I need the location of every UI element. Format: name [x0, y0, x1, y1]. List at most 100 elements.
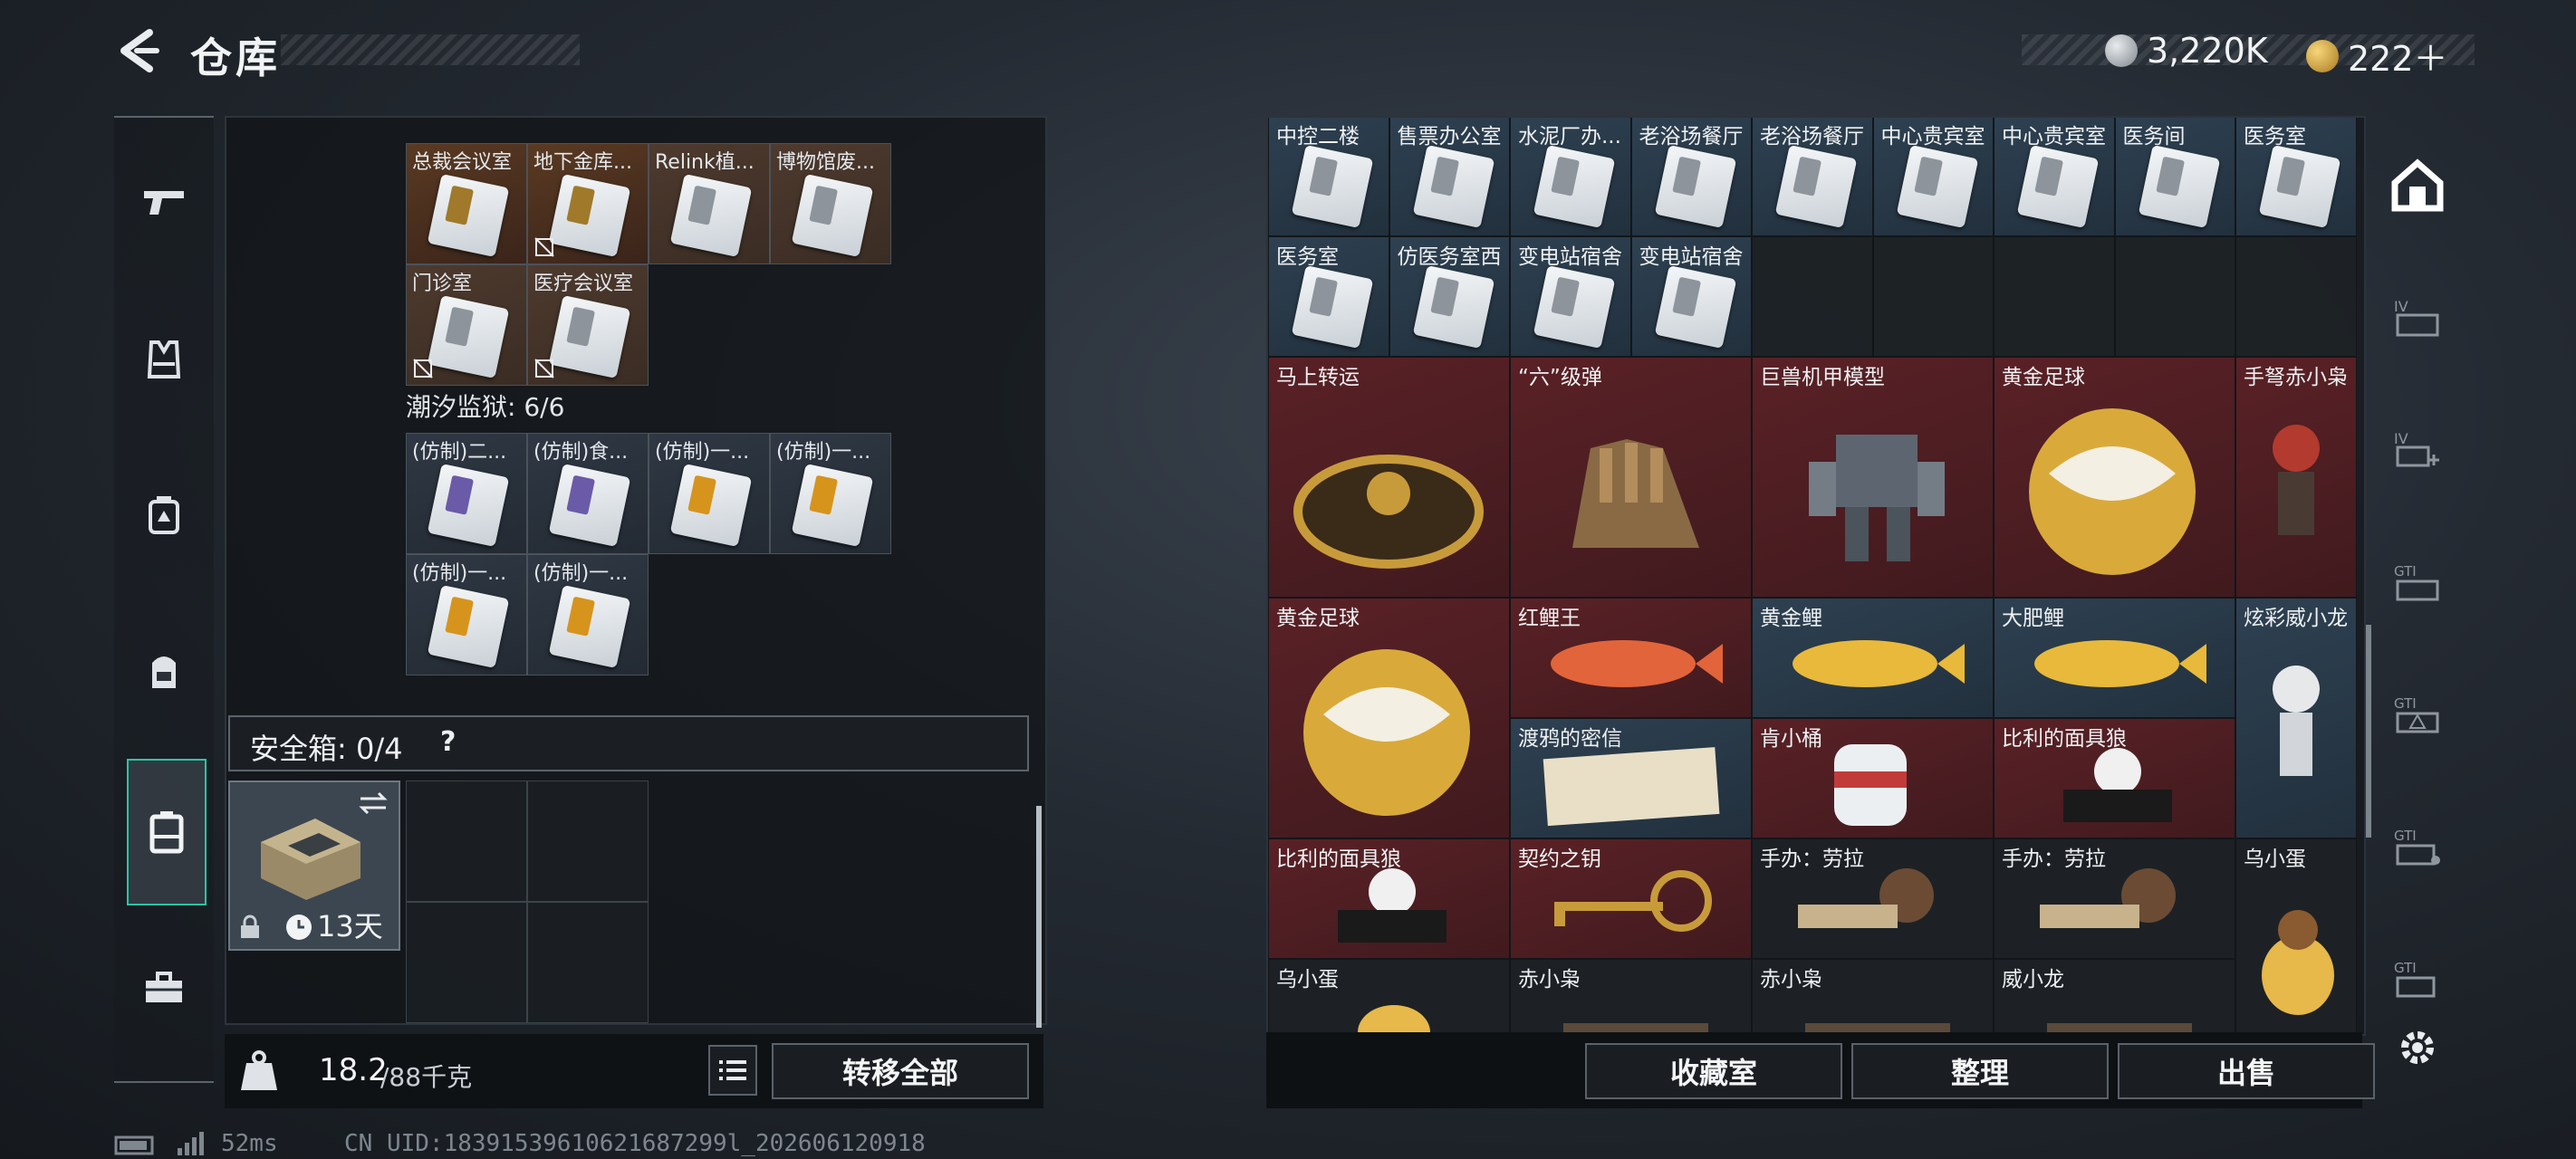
- warehouse-item[interactable]: 黄金足球: [1268, 598, 1510, 838]
- safebox-slot[interactable]: 13天: [228, 781, 400, 951]
- section-prison-title: 潮汐监狱: 6/6: [406, 392, 565, 422]
- settings-button[interactable]: [2386, 1016, 2449, 1079]
- warehouse-item[interactable]: 乌小蛋: [2235, 838, 2357, 1034]
- warehouse-item[interactable]: 黄金鲤: [1752, 598, 1994, 718]
- warehouse-item[interactable]: 黄金足球: [1994, 357, 2235, 598]
- warehouse-item[interactable]: 大肥鲤: [1994, 598, 2235, 718]
- lock-icon: [241, 915, 259, 938]
- keycard-icon: [2138, 144, 2220, 229]
- nav-backpack[interactable]: [125, 632, 203, 710]
- warehouse-item[interactable]: 医务间: [2114, 118, 2235, 236]
- warehouse-item[interactable]: 中控二楼: [1268, 118, 1389, 236]
- warehouse-item[interactable]: 变电站宿舍: [1630, 236, 1752, 357]
- keycard-slot[interactable]: 总裁会议室: [406, 143, 527, 264]
- keycard-slot[interactable]: (仿制)一...: [527, 554, 649, 675]
- currency-silver[interactable]: 3,220K: [2105, 31, 2268, 71]
- transfer-all-button[interactable]: 转移全部: [772, 1043, 1029, 1099]
- currency-gold[interactable]: 222＋: [2306, 31, 2448, 81]
- warehouse-item[interactable]: 乌小蛋: [1268, 959, 1510, 1034]
- gear-icon: [2401, 1031, 2434, 1064]
- warehouse-item[interactable]: 医务室: [1268, 236, 1389, 357]
- gti-gear-icon: GTI: [2394, 960, 2436, 998]
- left-scrollbar[interactable]: [1036, 806, 1042, 1028]
- warehouse-item[interactable]: [1994, 236, 2115, 357]
- sell-button[interactable]: 出售: [2118, 1043, 2375, 1099]
- warehouse-item[interactable]: 老浴场餐厅: [1752, 118, 1873, 236]
- keycard-slot[interactable]: (仿制)食...: [527, 433, 649, 554]
- keycard-slot[interactable]: (仿制)二...: [406, 433, 527, 554]
- warehouse-item[interactable]: [1752, 236, 1873, 357]
- back-arrow-icon[interactable]: [113, 27, 160, 74]
- keycard-slot[interactable]: 地下金库...: [527, 143, 649, 264]
- warehouse-item[interactable]: 手办：劳拉: [1994, 838, 2235, 959]
- tab-gti-3[interactable]: GTI: [2386, 815, 2449, 878]
- keycard-icon: [2258, 144, 2341, 229]
- warehouse-item[interactable]: 比利的面具狼: [1994, 718, 2235, 838]
- safebox-storage-grid[interactable]: [406, 781, 649, 1023]
- right-tab-nav: IV IV GTI GTI GTI GTI: [2368, 127, 2467, 1078]
- svg-text:GTI: GTI: [2394, 563, 2417, 580]
- help-icon[interactable]: ?: [440, 726, 456, 758]
- warehouse-item[interactable]: 手办：劳拉: [1752, 838, 1994, 959]
- keycard-slot[interactable]: (仿制)一...: [649, 433, 770, 554]
- warehouse-item[interactable]: 赤小枭: [1752, 959, 1994, 1034]
- warehouse-item[interactable]: 威小龙: [1994, 959, 2235, 1034]
- warehouse-item[interactable]: 中心贵宾室: [1994, 118, 2115, 236]
- nav-weapons[interactable]: [125, 163, 203, 241]
- sort-button[interactable]: 整理: [1851, 1043, 2109, 1099]
- warehouse-item[interactable]: 肯小桶: [1752, 718, 1994, 838]
- keycard-slot[interactable]: 博物馆废...: [770, 143, 891, 264]
- signal-icon: [178, 1132, 204, 1155]
- item-label: 炫彩威小龙: [2244, 607, 2348, 630]
- egg-figure-icon: [1358, 1005, 1430, 1034]
- warehouse-item[interactable]: 马上转运: [1268, 357, 1510, 598]
- tab-iv-2[interactable]: IV: [2386, 418, 2449, 482]
- tab-gti-4[interactable]: GTI: [2386, 947, 2449, 1011]
- nav-backpack-small[interactable]: [125, 476, 203, 554]
- keycard-slot[interactable]: 医疗会议室: [527, 264, 649, 386]
- left-category-nav: [114, 116, 214, 1083]
- keycard-slot[interactable]: (仿制)一...: [406, 554, 527, 675]
- warehouse-item[interactable]: 巨兽机甲模型: [1752, 357, 1994, 598]
- tab-gti-2[interactable]: GTI: [2386, 683, 2449, 746]
- warehouse-item[interactable]: 中心贵宾室: [1872, 118, 1994, 236]
- nav-toolbox[interactable]: [125, 949, 203, 1027]
- tab-warehouse[interactable]: [2386, 154, 2449, 217]
- warehouse-item[interactable]: 渡鸦的密信: [1510, 718, 1752, 838]
- keycard-slot[interactable]: Relink植...: [649, 143, 770, 264]
- warehouse-item[interactable]: 仿医务室西: [1389, 236, 1510, 357]
- item-label: 巨兽机甲模型: [1760, 366, 1885, 389]
- warehouse-item[interactable]: [2114, 236, 2235, 357]
- warehouse-item[interactable]: 老浴场餐厅: [1630, 118, 1752, 236]
- iv-add-icon: IV: [2394, 430, 2439, 467]
- warehouse-item[interactable]: 赤小枭: [1510, 959, 1752, 1034]
- tab-gti-1[interactable]: GTI: [2386, 551, 2449, 614]
- warehouse-item[interactable]: 变电站宿舍: [1510, 236, 1631, 357]
- egg-figure-icon: [2262, 910, 2334, 1015]
- warehouse-item[interactable]: “六”级弹: [1510, 357, 1752, 598]
- item-label: 医务间: [2122, 125, 2186, 148]
- warehouse-item[interactable]: 炫彩威小龙: [2235, 598, 2357, 838]
- keycard-icon: [1533, 264, 1616, 350]
- backpack-icon: [152, 656, 176, 688]
- keycard-slot[interactable]: 门诊室: [406, 264, 527, 386]
- nav-armor[interactable]: [125, 321, 203, 398]
- tab-iv-1[interactable]: IV: [2386, 286, 2449, 350]
- warehouse-item[interactable]: 水泥厂办...: [1510, 118, 1631, 236]
- svg-text:IV: IV: [2394, 430, 2408, 447]
- warehouse-item[interactable]: 售票办公室: [1389, 118, 1510, 236]
- list-icon: [719, 1060, 746, 1080]
- keycard-slot[interactable]: (仿制)一...: [770, 433, 891, 554]
- warehouse-item[interactable]: 红鲤王: [1510, 598, 1752, 718]
- warehouse-item[interactable]: 手弩赤小枭: [2235, 357, 2357, 598]
- warehouse-item[interactable]: [1872, 236, 1994, 357]
- warehouse-item[interactable]: 比利的面具狼: [1268, 838, 1510, 959]
- swap-icon[interactable]: [357, 790, 389, 817]
- nav-safebox[interactable]: [127, 759, 207, 905]
- warehouse-item[interactable]: 医务室: [2235, 118, 2357, 236]
- list-view-button[interactable]: [708, 1045, 757, 1096]
- warehouse-item[interactable]: 契约之钥: [1510, 838, 1752, 959]
- warehouse-item[interactable]: [2235, 236, 2357, 357]
- collection-room-button[interactable]: 收藏室: [1585, 1043, 1842, 1099]
- crossbow-figure-icon: [2273, 425, 2320, 535]
